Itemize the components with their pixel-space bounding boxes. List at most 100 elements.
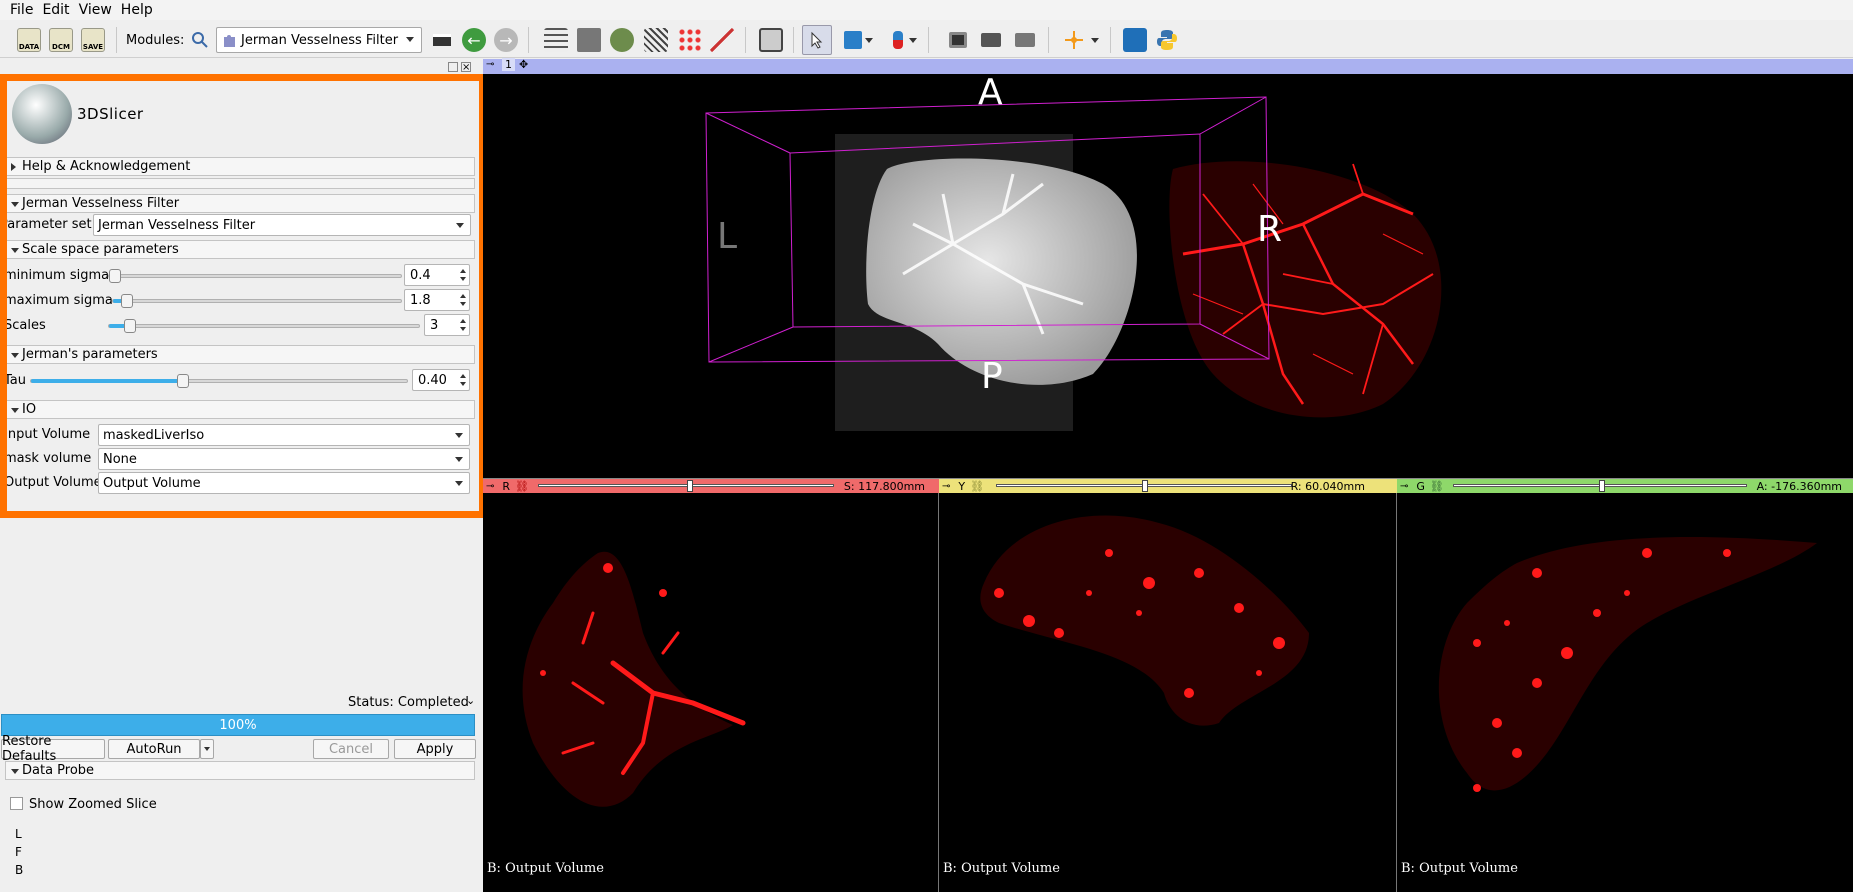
scales-slider[interactable] <box>108 319 420 333</box>
slider-handle[interactable] <box>1599 480 1605 492</box>
python-console-button[interactable] <box>1152 25 1182 55</box>
extensions-button[interactable] <box>1120 25 1150 55</box>
3d-view[interactable]: A P L R <box>483 74 1853 478</box>
section-title: IO <box>22 402 37 417</box>
min-sigma-slider[interactable] <box>108 269 402 283</box>
menu-edit[interactable]: Edit <box>42 2 69 18</box>
data-module-button[interactable] <box>541 25 571 55</box>
data-probe-section[interactable]: Data Probe <box>5 761 475 780</box>
crosshair-button[interactable] <box>1059 25 1089 55</box>
view-settings-icon[interactable]: ✥ <box>519 58 528 71</box>
chevron-down-icon <box>1091 37 1099 43</box>
load-data-button[interactable]: DATA <box>14 25 44 55</box>
chevron-down-icon <box>455 457 463 462</box>
scale-space-section[interactable]: Scale space parameters <box>5 240 475 259</box>
menu-file[interactable]: File <box>10 2 33 18</box>
yellow-slice-view[interactable]: B: Output Volume <box>939 493 1396 892</box>
undock-icon[interactable] <box>448 62 458 72</box>
mask-volume-label: mask volume <box>4 451 92 466</box>
markup-dropdown[interactable] <box>906 25 920 55</box>
pointer-mode-button[interactable] <box>802 25 832 55</box>
spin-up-icon[interactable] <box>460 374 466 378</box>
pin-icon[interactable]: ⊸ <box>486 59 494 70</box>
spin-down-icon[interactable] <box>460 327 466 331</box>
crosshair-dropdown[interactable] <box>1088 25 1102 55</box>
place-mode-dropdown[interactable] <box>862 25 876 55</box>
mask-volume-combo[interactable]: None <box>98 448 470 470</box>
tau-label: Tau <box>4 373 26 388</box>
help-acknowledgement-section[interactable]: Help & Acknowledgement <box>5 157 475 176</box>
slider-handle[interactable] <box>121 294 133 308</box>
models-module-button[interactable] <box>607 25 637 55</box>
red-slice-slider[interactable] <box>538 480 834 492</box>
menu-view[interactable]: View <box>79 2 112 18</box>
python-icon <box>1157 30 1177 50</box>
min-sigma-spinbox[interactable]: 0.4 <box>404 264 470 286</box>
spin-down-icon[interactable] <box>460 382 466 386</box>
editor-module-button[interactable] <box>707 25 737 55</box>
volumes-module-button[interactable] <box>574 25 604 55</box>
load-dicom-button[interactable]: DCM <box>46 25 76 55</box>
scales-spinbox[interactable]: 3 <box>424 314 470 336</box>
tau-slider[interactable] <box>30 374 408 388</box>
module-section[interactable]: Jerman Vesselness Filter <box>5 194 475 213</box>
slider-handle[interactable] <box>124 319 136 333</box>
module-history-button[interactable] <box>427 25 457 55</box>
link-icon[interactable]: ⛓ <box>515 480 529 493</box>
tau-spinbox[interactable]: 0.40 <box>412 369 470 391</box>
screenshot-button[interactable] <box>943 25 973 55</box>
cancel-button[interactable]: Cancel <box>313 739 389 759</box>
scene-view-options-button[interactable] <box>1010 25 1040 55</box>
place-icon <box>844 31 862 49</box>
show-zoomed-slice-checkbox[interactable] <box>10 797 23 810</box>
slider-handle[interactable] <box>687 480 693 492</box>
input-volume-label: Input Volume <box>4 427 91 442</box>
section-title: Help & Acknowledgement <box>22 159 191 174</box>
view3d-tab[interactable]: 1 <box>502 58 515 71</box>
layout-icon <box>759 28 783 52</box>
jerman-parameters-section[interactable]: Jerman's parameters <box>5 345 475 364</box>
parameter-set-combo[interactable]: Jerman Vesselness Filter <box>93 214 471 236</box>
markups-module-button[interactable] <box>675 25 705 55</box>
layout-button[interactable] <box>756 25 786 55</box>
green-slice-view[interactable]: B: Output Volume <box>1397 493 1853 892</box>
yellow-slice-slider[interactable] <box>996 480 1292 492</box>
progress-bar: 100% <box>1 714 475 736</box>
chevron-double-down-icon[interactable]: ⌄ <box>466 694 475 707</box>
probe-l-label: L <box>15 827 22 841</box>
restore-defaults-button[interactable]: Restore Defaults <box>1 734 105 764</box>
autorun-button[interactable]: AutoRun <box>108 739 200 759</box>
module-search-button[interactable] <box>185 25 215 55</box>
max-sigma-spinbox[interactable]: 1.8 <box>404 289 470 311</box>
module-selector[interactable]: Jerman Vesselness Filter <box>216 27 422 53</box>
spin-down-icon[interactable] <box>460 302 466 306</box>
spin-down-icon[interactable] <box>460 277 466 281</box>
pin-icon[interactable]: ⊸ <box>942 481 950 492</box>
progress-text: 100% <box>219 717 257 733</box>
close-icon[interactable]: × <box>461 62 471 73</box>
forward-button[interactable]: → <box>491 25 521 55</box>
scene-view-button[interactable] <box>976 25 1006 55</box>
link-icon[interactable]: ⛓ <box>1430 480 1444 493</box>
red-slice-view[interactable]: B: Output Volume <box>483 493 938 892</box>
apply-button[interactable]: Apply <box>394 739 476 759</box>
autorun-dropdown[interactable] <box>200 739 214 759</box>
spin-up-icon[interactable] <box>460 294 466 298</box>
spin-up-icon[interactable] <box>460 319 466 323</box>
slider-handle[interactable] <box>1142 480 1148 492</box>
input-volume-combo[interactable]: maskedLiverIso <box>98 424 470 446</box>
io-section[interactable]: IO <box>5 400 475 419</box>
max-sigma-slider[interactable] <box>112 294 402 308</box>
pin-icon[interactable]: ⊸ <box>1400 481 1408 492</box>
spin-up-icon[interactable] <box>460 269 466 273</box>
slider-handle[interactable] <box>177 374 189 388</box>
link-icon[interactable]: ⛓ <box>970 480 984 493</box>
output-volume-combo[interactable]: Output Volume <box>98 472 470 494</box>
save-button[interactable]: SAVE <box>78 25 108 55</box>
pin-icon[interactable]: ⊸ <box>486 481 494 492</box>
green-slice-slider[interactable] <box>1453 480 1747 492</box>
transforms-module-button[interactable] <box>641 25 671 55</box>
menu-help[interactable]: Help <box>121 2 153 18</box>
back-button[interactable]: ← <box>459 25 489 55</box>
slider-handle[interactable] <box>109 269 121 283</box>
